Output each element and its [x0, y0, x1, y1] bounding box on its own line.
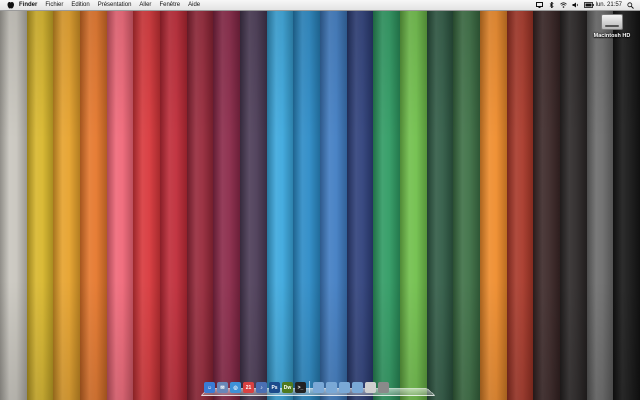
downloads-folder-icon[interactable]	[339, 382, 350, 393]
wallpaper-stripe	[160, 0, 187, 400]
menu-edition[interactable]: Edition	[67, 0, 93, 10]
menu-fenetre[interactable]: Fenêtre	[155, 0, 184, 10]
hard-drive-icon	[601, 14, 623, 30]
wallpaper-stripe	[480, 0, 507, 400]
wallpaper-stripe	[506, 0, 534, 400]
itunes-app-icon[interactable]: ♪	[256, 382, 267, 393]
menu-aller[interactable]: Aller	[135, 0, 155, 10]
wallpaper-stripe	[533, 0, 561, 400]
menu-presentation[interactable]: Présentation	[94, 0, 136, 10]
macintosh-hd-label: Macintosh HD	[593, 33, 631, 39]
wallpaper-stripe	[213, 0, 241, 400]
wallpaper-stripe	[560, 0, 587, 400]
wallpaper-stripe	[106, 0, 134, 400]
wallpaper-stripe	[320, 0, 347, 400]
terminal-app-icon[interactable]: >_	[295, 382, 306, 393]
wallpaper-stripe	[0, 0, 27, 400]
wallpaper-stripe	[80, 0, 107, 400]
menu-fichier[interactable]: Fichier	[41, 0, 67, 10]
ical-app-icon[interactable]: 21	[243, 382, 254, 393]
wallpaper-stripe	[133, 0, 161, 400]
drive-icon[interactable]	[365, 382, 376, 393]
wallpaper-stripe	[53, 0, 81, 400]
macintosh-hd-desktop-icon[interactable]: Macintosh HD	[592, 14, 632, 39]
wallpaper-stripe	[266, 0, 294, 400]
wallpaper-stripe	[453, 0, 481, 400]
menu-extras: lun. 21:57	[535, 1, 640, 9]
menu-finder[interactable]: Finder	[15, 0, 41, 10]
dreamweaver-app-icon[interactable]: Dw	[282, 382, 293, 393]
dock-separator	[309, 381, 310, 393]
wallpaper-stripe	[586, 0, 614, 400]
bluetooth-icon[interactable]	[548, 1, 555, 9]
menu-bar: Finder Fichier Edition Présentation Alle…	[0, 0, 640, 11]
dock-icons: ☺ ✉ ◎ 21 ♪ Ps Dw >_	[204, 379, 432, 393]
apple-logo-icon[interactable]	[5, 0, 15, 10]
safari-app-icon[interactable]: ◎	[230, 382, 241, 393]
mail-app-icon[interactable]: ✉	[217, 382, 228, 393]
wallpaper-stripe	[426, 0, 454, 400]
wallpaper-stripe	[186, 0, 214, 400]
wallpaper-stripe	[26, 0, 54, 400]
wallpaper-stripe	[293, 0, 321, 400]
wallpaper-stripe	[346, 0, 374, 400]
spotlight-icon[interactable]	[627, 2, 634, 9]
volume-icon[interactable]	[572, 2, 579, 8]
documents-folder-icon[interactable]	[326, 382, 337, 393]
wifi-icon[interactable]	[559, 2, 567, 8]
battery-icon[interactable]	[583, 2, 594, 8]
trash-icon[interactable]	[378, 382, 389, 393]
menu-clock[interactable]: lun. 21:57	[596, 2, 622, 8]
applications-folder-icon[interactable]	[313, 382, 324, 393]
photoshop-app-icon[interactable]: Ps	[269, 382, 280, 393]
desktop-wallpaper	[0, 0, 640, 400]
wallpaper-stripe	[240, 0, 267, 400]
display-icon[interactable]	[535, 2, 543, 8]
finder-app-icon[interactable]: ☺	[204, 382, 215, 393]
dock: ☺ ✉ ◎ 21 ♪ Ps Dw >_	[200, 378, 436, 396]
pictures-folder-icon[interactable]	[352, 382, 363, 393]
wallpaper-stripe	[613, 0, 640, 400]
menu-aide[interactable]: Aide	[184, 0, 204, 10]
wallpaper-stripe	[400, 0, 427, 400]
wallpaper-stripe	[373, 0, 401, 400]
